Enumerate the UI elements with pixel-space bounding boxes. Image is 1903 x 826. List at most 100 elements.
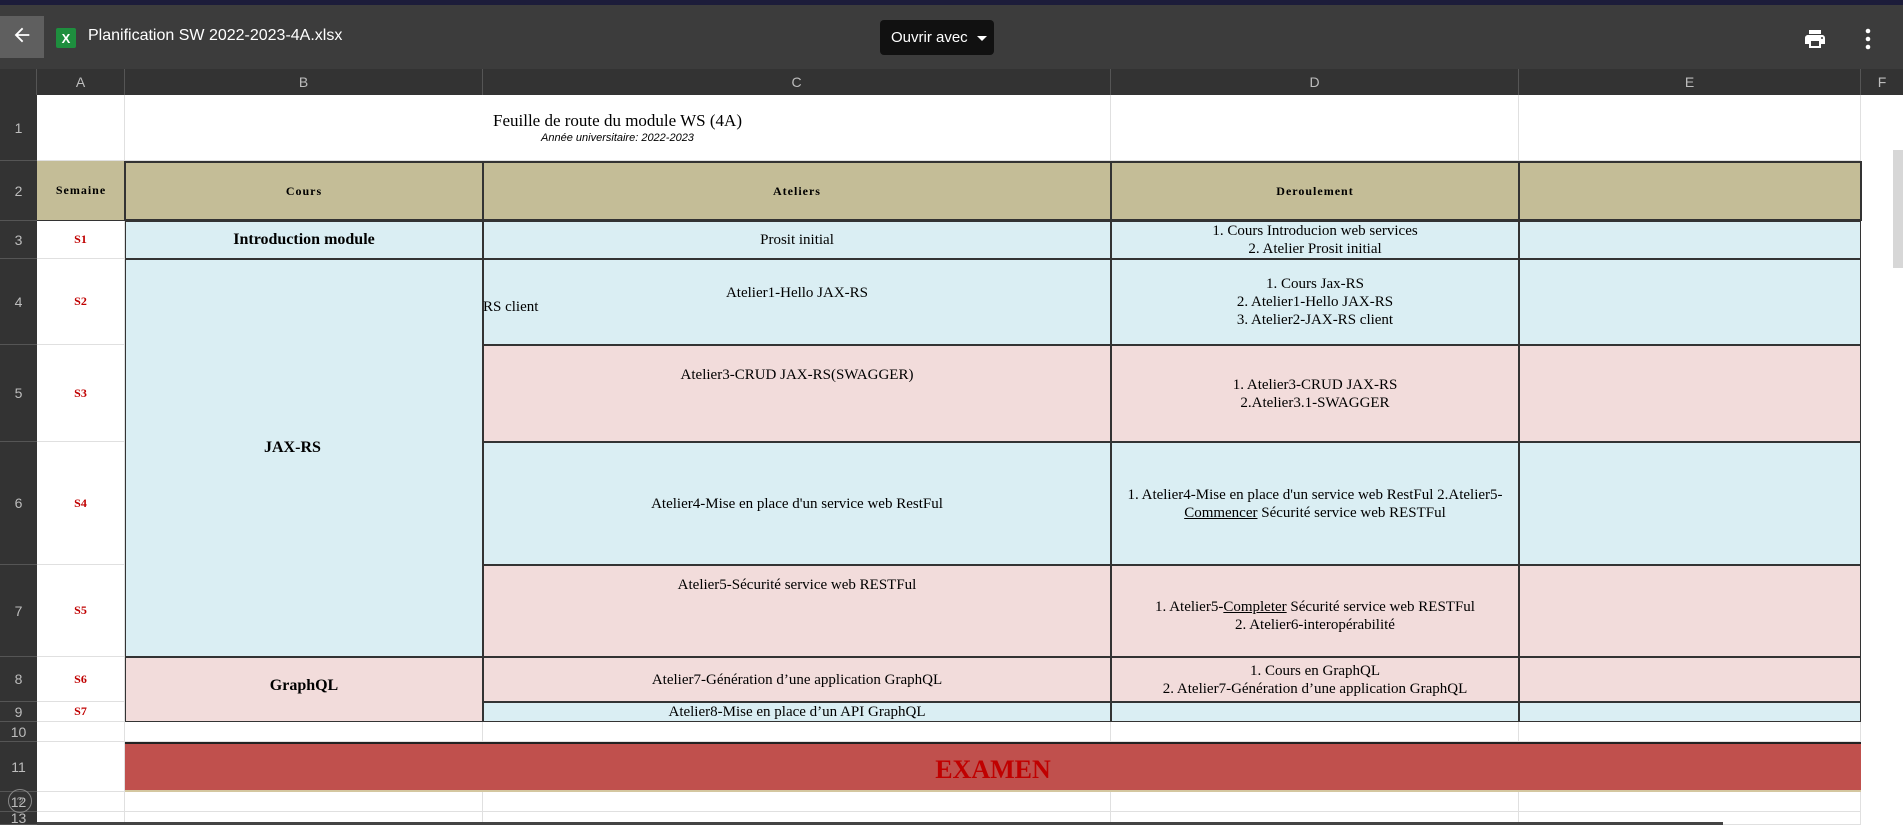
deroulement-s6-line2: 2. Atelier7-Génération d’une application… [1162,680,1468,697]
dropdown-caret-icon [977,36,987,41]
row-header-11[interactable]: 11 [0,742,37,792]
row-header-8[interactable]: 8 [0,657,37,702]
week-s7[interactable]: S7 [37,702,125,722]
row-header-9[interactable]: 9 [0,702,37,722]
cell-d10[interactable] [1111,722,1519,742]
row-header-6[interactable]: 6 [0,442,37,565]
cell-e7[interactable] [1519,565,1861,657]
deroulement-s4-line2: Commencer Sécurité service web RESTFul [1184,504,1446,522]
sheet-subtitle: Année universitaire: 2022-2023 [541,131,694,144]
atelier-s3[interactable]: Atelier3-CRUD JAX-RS(SWAGGER) [483,345,1111,442]
header-semaine[interactable]: Semaine [37,161,125,221]
deroulement-s2-line3: 3. Atelier2-JAX-RS client [1236,312,1394,328]
cours-graphql[interactable]: GraphQL [125,657,483,722]
more-vert-icon [1865,28,1871,55]
deroulement-s4[interactable]: 1. Atelier4-Mise en place d'un service w… [1111,442,1519,565]
deroulement-s4-line1: 1. Atelier4-Mise en place d'un service w… [1127,486,1503,503]
cell-e12[interactable] [1519,792,1861,812]
cours-introduction[interactable]: Introduction module [125,221,483,259]
exam-banner[interactable]: EXAMEN [125,742,1861,792]
row-header-5[interactable]: 5 [0,345,37,442]
row-header-1[interactable]: 1 [0,95,37,161]
deroulement-s7[interactable] [1111,702,1519,722]
deroulement-s5-prefix: 1. Atelier5- [1155,599,1224,615]
column-header-b[interactable]: B [125,69,483,95]
atelier-s2-overflow-text: RS client [483,299,539,315]
column-header-c[interactable]: C [483,69,1111,95]
atelier-s6[interactable]: Atelier7-Génération d’une application Gr… [483,657,1111,702]
title-cell[interactable]: Feuille de route du module WS (4A) Année… [125,95,1111,161]
cell-c10[interactable] [483,722,1111,742]
vertical-scrollbar-thumb[interactable] [1893,150,1903,268]
week-s1[interactable]: S1 [37,221,125,259]
print-button[interactable] [1800,26,1830,56]
column-header-f[interactable]: F [1861,69,1903,95]
header-e[interactable] [1518,161,1862,221]
header-cours[interactable]: Cours [124,161,484,221]
row-header-7[interactable]: 7 [0,565,37,657]
deroulement-s6[interactable]: 1. Cours en GraphQL 2. Atelier7-Générati… [1111,657,1519,702]
cell-d1[interactable] [1111,95,1519,161]
cell-a10[interactable] [37,722,125,742]
deroulement-s5-rest: Sécurité service web RESTFul [1286,599,1475,615]
deroulement-s1-line2: 2. Atelier Prosit initial [1248,241,1382,257]
column-header-d[interactable]: D [1111,69,1519,95]
back-button[interactable] [0,16,44,58]
deroulement-s5-line2: 2. Atelier6-interopérabilité [1235,617,1395,633]
deroulement-s2-line2: 2. Atelier1-Hello JAX-RS [1236,294,1394,310]
row-header-13[interactable]: 13 [0,810,37,826]
cell-e6[interactable] [1519,442,1861,565]
cell-d12[interactable] [1111,792,1519,812]
cell-e5[interactable] [1519,345,1861,442]
atelier-s4[interactable]: Atelier4-Mise en place d'un service web … [483,442,1111,565]
cell-e10[interactable] [1519,722,1861,742]
cell-a12[interactable] [37,792,125,812]
deroulement-s2[interactable]: 1. Cours Jax-RS 2. Atelier1-Hello JAX-RS… [1111,259,1519,345]
cell-e4[interactable] [1519,259,1861,345]
deroulement-s3-line2: 2.Atelier3.1-SWAGGER [1240,394,1390,411]
cours-jaxrs[interactable]: JAX-RS [125,259,483,657]
select-all-corner[interactable] [0,69,37,95]
more-options-button[interactable] [1855,26,1881,56]
cell-a1[interactable] [37,95,125,161]
atelier-s5[interactable]: Atelier5-Sécurité service web RESTFul [483,565,1111,657]
atelier-s2[interactable]: Atelier1-Hello JAX-RS [483,259,1111,345]
week-s3[interactable]: S3 [37,345,125,442]
header-ateliers[interactable]: Ateliers [482,161,1112,221]
spreadsheet-grid: A B C D E F 1 2 3 4 5 6 7 8 9 10 11 12 1… [0,69,1903,826]
deroulement-s3-line1: 1. Atelier3-CRUD JAX-RS [1232,376,1398,393]
week-s2[interactable]: S2 [37,259,125,345]
cell-e8[interactable] [1519,657,1861,702]
help-icon[interactable]: ? [8,789,32,813]
deroulement-s5-underlined: Completer [1223,599,1287,615]
cell-b10[interactable] [125,722,483,742]
cell-e3[interactable] [1519,221,1861,259]
row-header-4[interactable]: 4 [0,259,37,345]
deroulement-s6-line1: 1. Cours en GraphQL [1250,662,1380,679]
open-with-button[interactable]: Ouvrir avec [880,20,994,55]
week-s6[interactable]: S6 [37,657,125,702]
cell-e1[interactable] [1519,95,1861,161]
row-header-3[interactable]: 3 [0,221,37,259]
deroulement-s3[interactable]: 1. Atelier3-CRUD JAX-RS 2.Atelier3.1-SWA… [1111,345,1519,442]
week-s5[interactable]: S5 [37,565,125,657]
atelier-s1[interactable]: Prosit initial [483,221,1111,259]
deroulement-s1[interactable]: 1. Cours Introducion web services 2. Ate… [1111,221,1519,259]
cell-e9[interactable] [1519,702,1861,722]
atelier-s7[interactable]: Atelier8-Mise en place d’un API GraphQL [483,702,1111,722]
row-header-10[interactable]: 10 [0,722,37,742]
week-s4[interactable]: S4 [37,442,125,565]
excel-file-icon: X [56,28,76,48]
column-header-a[interactable]: A [37,69,125,95]
deroulement-s1-line1: 1. Cours Introducion web services [1212,223,1418,239]
cell-c12[interactable] [483,792,1111,812]
column-header-e[interactable]: E [1519,69,1861,95]
cell-a11[interactable] [37,742,125,792]
deroulement-s4-rest: Sécurité service web RESTFul [1257,504,1446,521]
deroulement-s4-underlined: Commencer [1184,504,1258,521]
row-header-2[interactable]: 2 [0,161,37,221]
header-deroulement[interactable]: Deroulement [1110,161,1520,221]
deroulement-s5[interactable]: 1. Atelier5-Completer Sécurité service w… [1111,565,1519,657]
cell-b12[interactable] [125,792,483,812]
file-name: Planification SW 2022-2023-4A.xlsx [88,27,343,44]
